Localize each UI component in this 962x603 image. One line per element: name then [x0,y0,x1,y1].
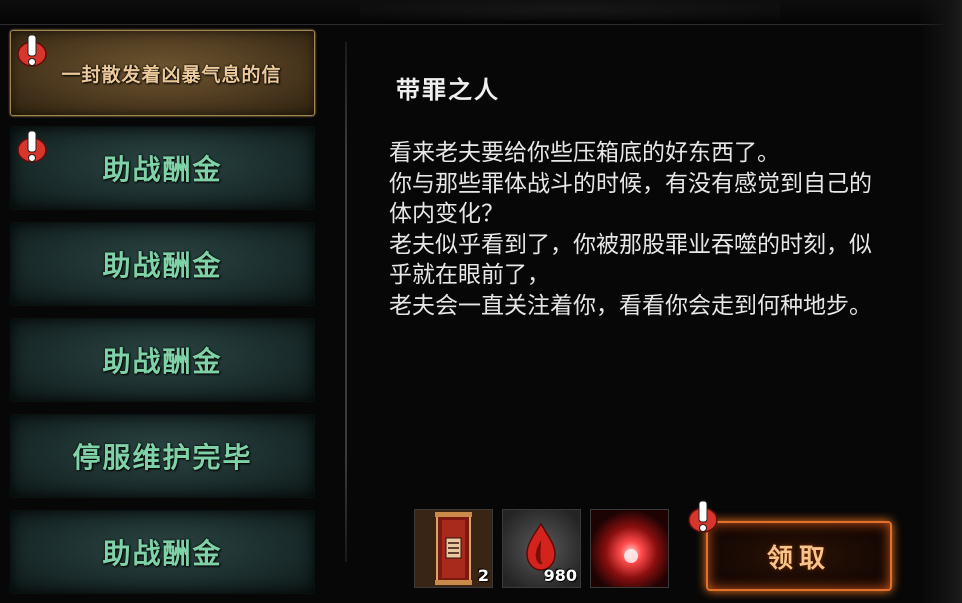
mail-item[interactable]: 助战酬金 [10,222,315,306]
mail-item-label: 助战酬金 [102,537,223,570]
reward-count: 980 [543,566,577,585]
panel-edge [918,0,962,603]
claim-button[interactable]: 领取 [706,521,892,591]
mail-item-label: 停服维护完毕 [72,441,253,474]
alert-icon [17,34,47,67]
mail-item-label: 助战酬金 [102,153,223,186]
reward-slot[interactable]: 980 [502,509,581,588]
mail-item[interactable]: 停服维护完毕 [10,414,315,498]
alert-icon [688,500,718,533]
reward-slot[interactable] [590,509,669,588]
claim-button-label: 领取 [766,543,831,574]
mail-list: 一封散发着凶暴气息的信 助战酬金 助战酬金 助战酬金 停服维护完毕 助战酬金 [0,0,330,603]
alert-icon [17,130,47,163]
panel-divider [345,42,347,562]
mail-item-label: 助战酬金 [102,249,223,282]
mail-body: 看来老夫要给你些压箱底的好东西了。 你与那些罪体战斗的时候，有没有感觉到自己的体… [389,140,872,319]
reward-count: 2 [477,566,489,585]
mail-item[interactable]: 助战酬金 [10,126,315,210]
mail-item-label: 一封散发着凶暴气息的信 [61,63,282,86]
crimson-orb-icon [591,510,668,587]
mail-title: 带罪之人 [396,75,500,104]
mail-item-label: 助战酬金 [102,345,223,378]
mail-item-selected[interactable]: 一封散发着凶暴气息的信 [10,30,315,116]
reward-slot[interactable]: 2 [414,509,493,588]
mail-item[interactable]: 助战酬金 [10,510,315,594]
mail-item[interactable]: 助战酬金 [10,318,315,402]
